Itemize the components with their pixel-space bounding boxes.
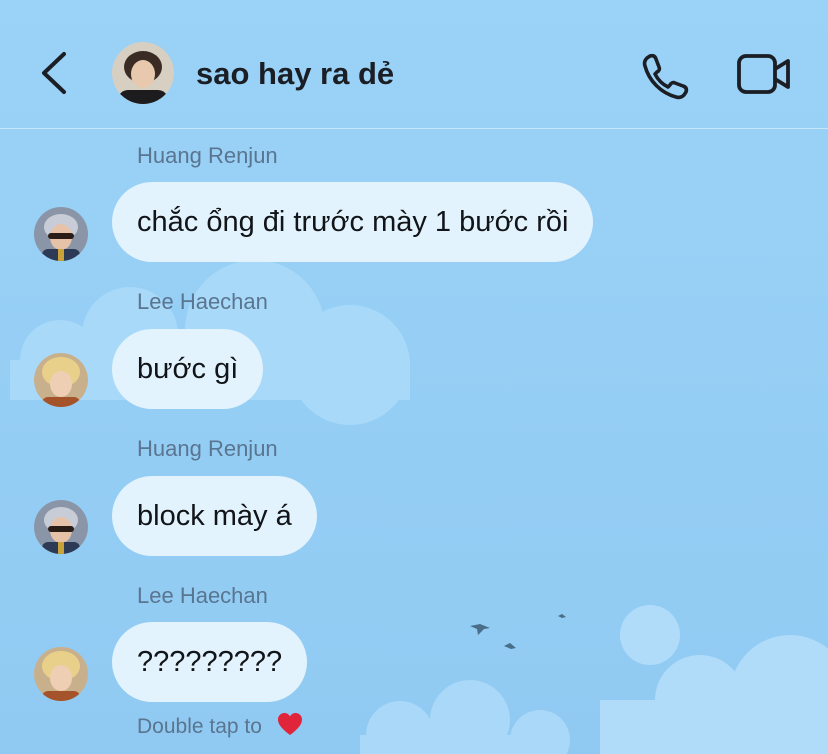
chat-header: sao hay ra dẻ: [0, 0, 828, 129]
avatar-image: [34, 207, 88, 261]
double-tap-hint: Double tap to: [137, 711, 304, 744]
avatar-image: [34, 500, 88, 554]
message-bubble[interactable]: ?????????: [112, 622, 308, 702]
sender-name: Huang Renjun: [137, 143, 278, 168]
double-tap-hint-text: Double tap to: [137, 715, 262, 738]
avatar-haechan[interactable]: [34, 647, 88, 701]
avatar-haechan[interactable]: [34, 353, 88, 407]
sender-name: Lee Haechan: [137, 583, 268, 608]
avatar-renjun[interactable]: [34, 207, 88, 261]
group-avatar[interactable]: [112, 42, 174, 104]
sender-name: Huang Renjun: [137, 436, 278, 461]
heart-icon: [276, 711, 304, 744]
video-camera-icon: [737, 54, 790, 94]
message-bubble[interactable]: block mày á: [112, 476, 317, 556]
avatar-image: [34, 647, 88, 701]
avatar-renjun[interactable]: [34, 500, 88, 554]
chat-title[interactable]: sao hay ra dẻ: [196, 55, 394, 93]
phone-icon: [642, 53, 689, 100]
message-bubble[interactable]: bước gì: [112, 329, 264, 409]
video-call-button[interactable]: [736, 52, 792, 96]
back-button[interactable]: [30, 48, 80, 98]
voice-call-button[interactable]: [640, 50, 690, 100]
group-avatar-image: [112, 42, 174, 104]
chevron-left-icon: [42, 52, 66, 94]
avatar-image: [34, 353, 88, 407]
sender-name: Lee Haechan: [137, 289, 268, 314]
message-bubble[interactable]: chắc ổng đi trước mày 1 bước rồi: [112, 182, 594, 262]
